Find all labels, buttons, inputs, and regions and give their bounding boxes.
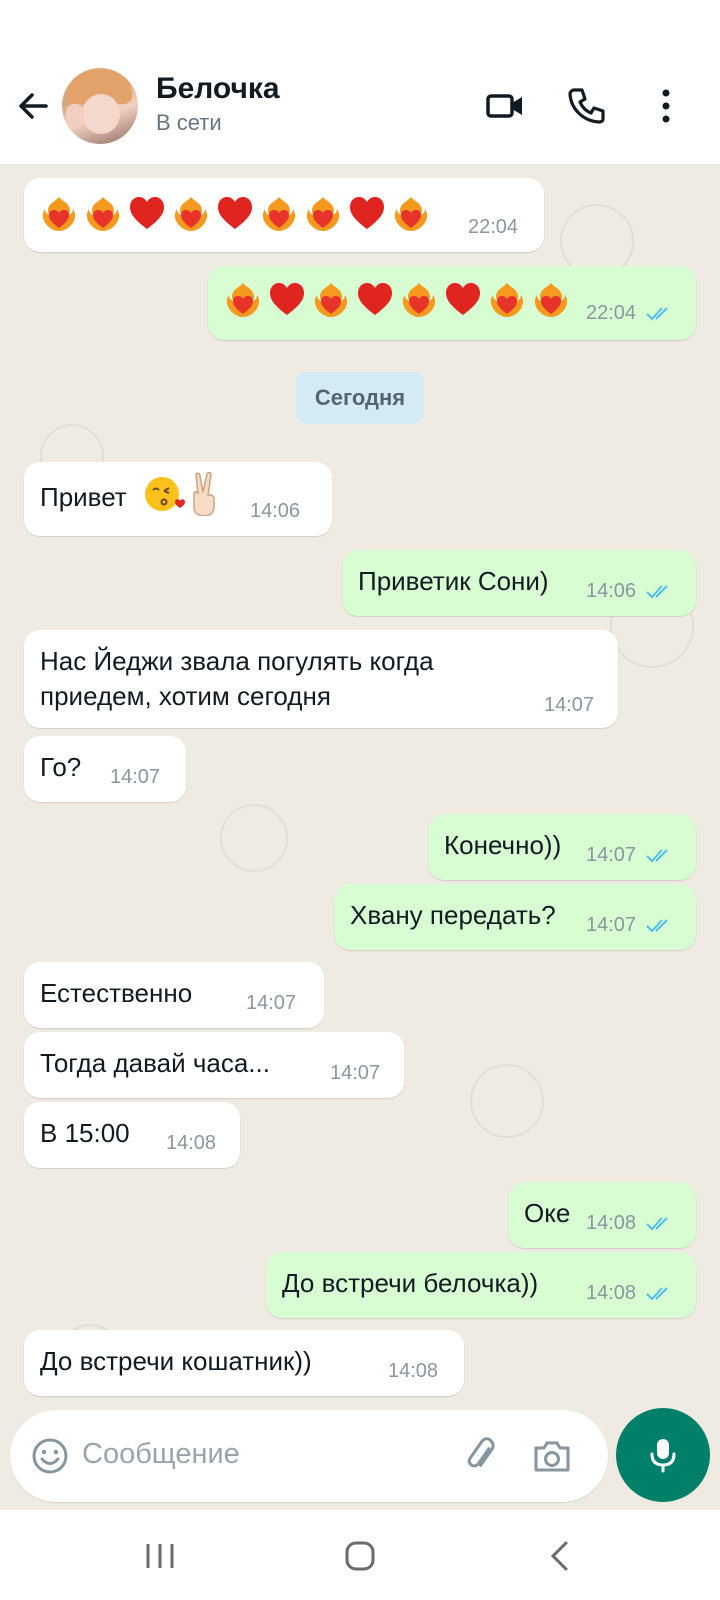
red-heart-emoji bbox=[270, 283, 304, 315]
message-incoming[interactable]: Го? 14:07 bbox=[24, 736, 186, 802]
message-text: Хвану передать? bbox=[350, 900, 556, 930]
heart-on-fire-emoji bbox=[402, 283, 436, 317]
message-input[interactable]: Сообщение bbox=[82, 1438, 240, 1471]
read-receipt-icon bbox=[646, 307, 668, 321]
avatar[interactable] bbox=[62, 68, 138, 144]
contact-status: В сети bbox=[156, 110, 222, 135]
mic-icon bbox=[650, 1439, 676, 1473]
message-incoming[interactable]: Тогда давай часа... 14:07 bbox=[24, 1032, 404, 1098]
message-time: 14:08 bbox=[166, 1132, 217, 1154]
message-text: Нас Йеджи звала погулять когда приедем, … bbox=[40, 646, 434, 711]
message-time: 14:07 bbox=[330, 1062, 381, 1084]
message-time: 14:06 bbox=[250, 500, 301, 522]
message-time: 14:07 bbox=[586, 844, 637, 866]
message-text: Оке bbox=[524, 1198, 571, 1228]
heart-on-fire-emoji bbox=[394, 197, 428, 231]
phone-icon[interactable] bbox=[564, 84, 608, 128]
message-incoming[interactable]: Естественно 14:07 bbox=[24, 962, 324, 1028]
message-time: 14:08 bbox=[586, 1212, 637, 1234]
message-outgoing[interactable]: Хвану передать? 14:07 bbox=[334, 884, 696, 950]
message-outgoing[interactable]: 22:04 bbox=[208, 266, 696, 340]
mic-button[interactable] bbox=[616, 1408, 710, 1502]
read-receipt-icon bbox=[646, 1287, 668, 1301]
emoji-heart-row bbox=[38, 192, 432, 234]
read-receipt-icon bbox=[646, 919, 668, 933]
message-incoming[interactable]: Привет 14:06 bbox=[24, 462, 332, 536]
read-receipt-icon bbox=[646, 1217, 668, 1231]
system-nav-bar bbox=[0, 1510, 720, 1600]
message-time: 22:04 bbox=[586, 302, 637, 324]
heart-on-fire-emoji bbox=[314, 283, 348, 317]
heart-on-fire-emoji bbox=[42, 197, 76, 231]
kissing-face-emoji bbox=[145, 477, 185, 511]
message-time: 14:06 bbox=[586, 580, 637, 602]
message-incoming[interactable]: 22:04 bbox=[24, 178, 544, 252]
contact-name[interactable]: Белочка bbox=[156, 72, 280, 106]
read-receipt-icon bbox=[646, 849, 668, 863]
red-heart-emoji bbox=[446, 283, 480, 315]
red-heart-emoji bbox=[130, 197, 164, 229]
message-time: 14:08 bbox=[388, 1360, 439, 1382]
message-text: В 15:00 bbox=[40, 1118, 130, 1148]
home-icon[interactable] bbox=[344, 1540, 376, 1572]
message-time: 22:04 bbox=[468, 216, 519, 238]
heart-on-fire-emoji bbox=[490, 283, 524, 317]
heart-on-fire-emoji bbox=[262, 197, 296, 231]
message-text: До встречи кошатник)) bbox=[40, 1346, 312, 1376]
emoji-icon[interactable] bbox=[30, 1436, 70, 1476]
more-icon[interactable] bbox=[644, 84, 688, 128]
recents-icon[interactable] bbox=[144, 1542, 176, 1570]
message-composer[interactable]: Сообщение bbox=[10, 1410, 608, 1502]
attach-icon[interactable] bbox=[462, 1436, 502, 1476]
red-heart-emoji bbox=[358, 283, 392, 315]
message-outgoing[interactable]: Оке 14:08 bbox=[508, 1182, 696, 1248]
message-text: Естественно bbox=[40, 978, 193, 1008]
red-heart-emoji bbox=[350, 197, 384, 229]
message-time: 14:07 bbox=[246, 992, 297, 1014]
heart-on-fire-emoji bbox=[174, 197, 208, 231]
back-arrow-icon[interactable] bbox=[12, 84, 56, 128]
heart-on-fire-emoji bbox=[226, 283, 260, 317]
heart-on-fire-emoji bbox=[534, 283, 568, 317]
message-text: Го? bbox=[40, 752, 82, 782]
message-text: Приветик Сони) bbox=[358, 566, 549, 596]
message-outgoing[interactable]: Конечно)) 14:07 bbox=[428, 814, 696, 880]
message-time: 14:07 bbox=[586, 914, 637, 936]
read-receipt-icon bbox=[646, 585, 668, 599]
message-incoming[interactable]: До встречи кошатник)) 14:08 bbox=[24, 1330, 464, 1396]
victory-hand-emoji bbox=[193, 471, 215, 516]
status-bar bbox=[0, 0, 720, 60]
message-text: До встречи белочка)) bbox=[282, 1268, 539, 1298]
message-incoming[interactable]: В 15:00 14:08 bbox=[24, 1102, 240, 1168]
heart-on-fire-emoji bbox=[306, 197, 340, 231]
message-time: 14:08 bbox=[586, 1282, 637, 1304]
message-time: 14:07 bbox=[544, 694, 595, 716]
message-outgoing[interactable]: До встречи белочка)) 14:08 bbox=[266, 1252, 696, 1318]
camera-icon[interactable] bbox=[530, 1434, 574, 1478]
back-nav-icon[interactable] bbox=[548, 1540, 572, 1572]
message-incoming[interactable]: Нас Йеджи звала погулять когда приедем, … bbox=[24, 630, 618, 728]
message-outgoing[interactable]: Приветик Сони) 14:06 bbox=[342, 550, 696, 616]
message-time: 14:07 bbox=[110, 766, 161, 788]
red-heart-emoji bbox=[218, 197, 252, 229]
date-chip: Сегодня bbox=[296, 372, 424, 424]
chat-header: Белочка В сети bbox=[0, 60, 720, 164]
message-text: Привет bbox=[40, 482, 127, 512]
message-text: Конечно)) bbox=[444, 830, 562, 860]
video-call-icon[interactable] bbox=[484, 84, 528, 128]
heart-on-fire-emoji bbox=[86, 197, 120, 231]
emoji-heart-row bbox=[222, 278, 572, 320]
message-text: Тогда давай часа... bbox=[40, 1048, 270, 1078]
